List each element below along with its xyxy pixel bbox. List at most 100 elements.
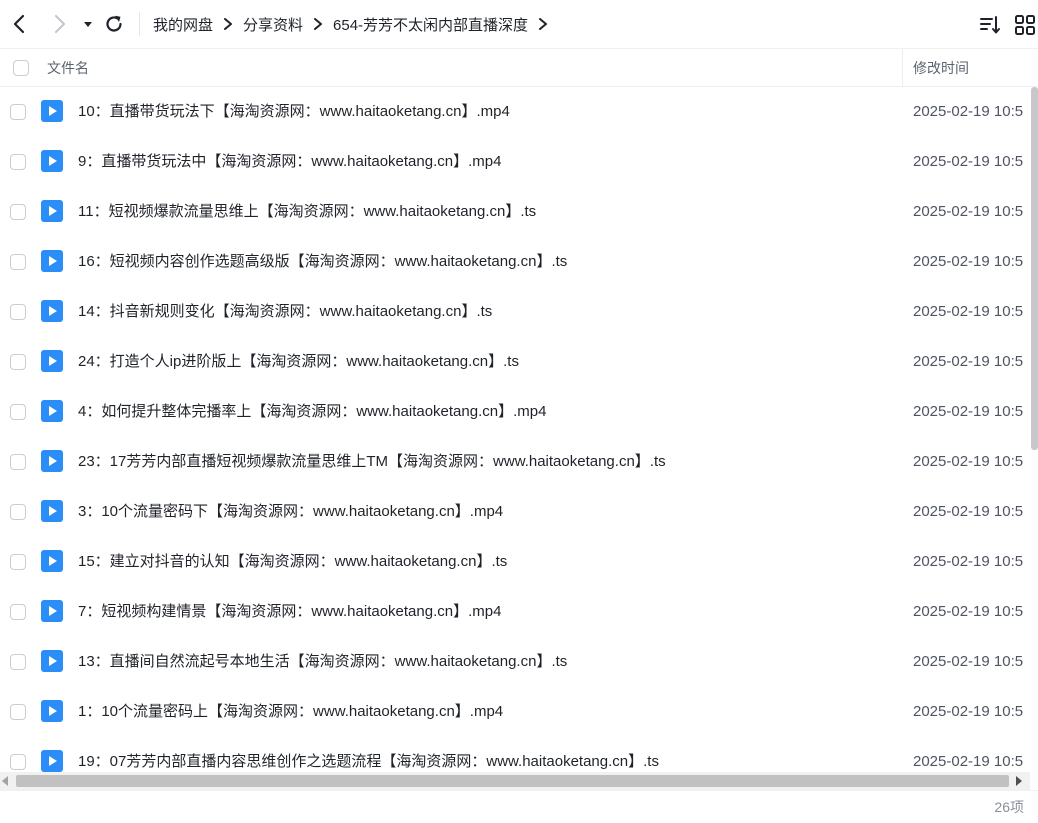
row-checkbox[interactable] (10, 704, 26, 720)
toolbar: 我的网盘 分享资料 654-芳芳不太闲内部直播深度 (0, 0, 1038, 48)
video-file-icon (41, 350, 63, 372)
file-manager-window: 我的网盘 分享资料 654-芳芳不太闲内部直播深度 文件名 修改时间 10：直播… (0, 0, 1038, 823)
row-checkbox[interactable] (10, 654, 26, 670)
row-checkbox[interactable] (10, 754, 26, 770)
file-list: 10：直播带货玩法下【海淘资源网：www.haitaoketang.cn】.mp… (0, 87, 1030, 772)
breadcrumb-chevron-icon[interactable] (538, 18, 548, 30)
row-checkbox[interactable] (10, 504, 26, 520)
horizontal-scrollbar-thumb[interactable] (16, 775, 1009, 787)
video-file-icon (41, 750, 63, 772)
back-button[interactable] (8, 12, 32, 36)
row-checkbox[interactable] (10, 204, 26, 220)
refresh-icon (106, 15, 122, 32)
row-checkbox[interactable] (10, 154, 26, 170)
toolbar-divider (139, 12, 140, 36)
column-header-modified-time[interactable]: 修改时间 (913, 49, 969, 87)
breadcrumb-item-shared[interactable]: 分享资料 (243, 14, 303, 35)
file-row[interactable]: 4：如何提升整体完播率上【海淘资源网：www.haitaoketang.cn】.… (0, 387, 1030, 437)
grid-view-button[interactable] (1014, 14, 1036, 36)
file-name[interactable]: 23：17芳芳内部直播短视频爆款流量思维上TM【海淘资源网：www.haitao… (78, 437, 666, 487)
file-name[interactable]: 7：短视频构建情景【海淘资源网：www.haitaoketang.cn】.mp4 (78, 587, 501, 637)
file-row[interactable]: 1：10个流量密码上【海淘资源网：www.haitaoketang.cn】.mp… (0, 687, 1030, 737)
row-checkbox[interactable] (10, 404, 26, 420)
row-checkbox[interactable] (10, 454, 26, 470)
video-file-icon (41, 200, 63, 222)
breadcrumb-item-current[interactable]: 654-芳芳不太闲内部直播深度 (333, 14, 528, 35)
video-file-icon (41, 500, 63, 522)
video-file-icon (41, 650, 63, 672)
file-modified-time: 2025-02-19 10:5 (913, 703, 1024, 720)
row-checkbox[interactable] (10, 254, 26, 270)
file-modified-time: 2025-02-19 10:5 (913, 253, 1024, 270)
row-checkbox[interactable] (10, 104, 26, 120)
file-name[interactable]: 19：07芳芳内部直播内容思维创作之选题流程【海淘资源网：www.haitaok… (78, 737, 659, 772)
file-row[interactable]: 11：短视频爆款流量思维上【海淘资源网：www.haitaoketang.cn】… (0, 187, 1030, 237)
file-modified-time: 2025-02-19 10:5 (913, 153, 1024, 170)
file-name[interactable]: 1：10个流量密码上【海淘资源网：www.haitaoketang.cn】.mp… (78, 687, 503, 737)
file-row[interactable]: 24：打造个人ip进阶版上【海淘资源网：www.haitaoketang.cn】… (0, 337, 1030, 387)
video-file-icon (41, 400, 63, 422)
file-row[interactable]: 9：直播带货玩法中【海淘资源网：www.haitaoketang.cn】.mp4… (0, 137, 1030, 187)
file-name[interactable]: 4：如何提升整体完播率上【海淘资源网：www.haitaoketang.cn】.… (78, 387, 546, 437)
file-name[interactable]: 15：建立对抖音的认知【海淘资源网：www.haitaoketang.cn】.t… (78, 537, 507, 587)
sort-button[interactable] (979, 14, 1001, 36)
chevron-right-icon (54, 14, 66, 34)
file-row[interactable]: 19：07芳芳内部直播内容思维创作之选题流程【海淘资源网：www.haitaok… (0, 737, 1030, 772)
file-name[interactable]: 10：直播带货玩法下【海淘资源网：www.haitaoketang.cn】.mp… (78, 87, 510, 137)
forward-button[interactable] (47, 12, 71, 36)
caret-down-icon (84, 22, 92, 27)
scroll-right-arrow-icon[interactable] (1016, 776, 1022, 786)
breadcrumb-chevron-icon (313, 18, 323, 30)
file-row[interactable]: 16：短视频内容创作选题高级版【海淘资源网：www.haitaoketang.c… (0, 237, 1030, 287)
column-divider[interactable] (902, 49, 903, 87)
video-file-icon (41, 250, 63, 272)
file-name[interactable]: 11：短视频爆款流量思维上【海淘资源网：www.haitaoketang.cn】… (78, 187, 536, 237)
sort-icon (980, 16, 1000, 34)
file-modified-time: 2025-02-19 10:5 (913, 453, 1024, 470)
video-file-icon (41, 150, 63, 172)
file-row[interactable]: 3：10个流量密码下【海淘资源网：www.haitaoketang.cn】.mp… (0, 487, 1030, 537)
file-name[interactable]: 9：直播带货玩法中【海淘资源网：www.haitaoketang.cn】.mp4 (78, 137, 501, 187)
horizontal-scrollbar[interactable] (0, 772, 1030, 790)
file-row[interactable]: 14：抖音新规则变化【海淘资源网：www.haitaoketang.cn】.ts… (0, 287, 1030, 337)
video-file-icon (41, 700, 63, 722)
row-checkbox[interactable] (10, 304, 26, 320)
file-row[interactable]: 23：17芳芳内部直播短视频爆款流量思维上TM【海淘资源网：www.haitao… (0, 437, 1030, 487)
file-modified-time: 2025-02-19 10:5 (913, 353, 1024, 370)
file-modified-time: 2025-02-19 10:5 (913, 103, 1024, 120)
file-row[interactable]: 7：短视频构建情景【海淘资源网：www.haitaoketang.cn】.mp4… (0, 587, 1030, 637)
history-dropdown-button[interactable] (76, 12, 100, 36)
file-modified-time: 2025-02-19 10:5 (913, 203, 1024, 220)
video-file-icon (41, 100, 63, 122)
file-row[interactable]: 13：直播间自然流起号本地生活【海淘资源网：www.haitaoketang.c… (0, 637, 1030, 687)
file-modified-time: 2025-02-19 10:5 (913, 503, 1024, 520)
row-checkbox[interactable] (10, 554, 26, 570)
file-modified-time: 2025-02-19 10:5 (913, 403, 1024, 420)
file-row[interactable]: 10：直播带货玩法下【海淘资源网：www.haitaoketang.cn】.mp… (0, 87, 1030, 137)
file-modified-time: 2025-02-19 10:5 (913, 303, 1024, 320)
file-modified-time: 2025-02-19 10:5 (913, 753, 1024, 770)
chevron-left-icon (13, 14, 25, 34)
status-bar: 26项 (0, 790, 1038, 823)
file-name[interactable]: 13：直播间自然流起号本地生活【海淘资源网：www.haitaoketang.c… (78, 637, 567, 687)
vertical-scrollbar[interactable] (1031, 87, 1038, 450)
select-all-checkbox[interactable] (13, 60, 29, 76)
file-row[interactable]: 15：建立对抖音的认知【海淘资源网：www.haitaoketang.cn】.t… (0, 537, 1030, 587)
file-name[interactable]: 16：短视频内容创作选题高级版【海淘资源网：www.haitaoketang.c… (78, 237, 567, 287)
video-file-icon (41, 300, 63, 322)
file-name[interactable]: 24：打造个人ip进阶版上【海淘资源网：www.haitaoketang.cn】… (78, 337, 519, 387)
video-file-icon (41, 450, 63, 472)
video-file-icon (41, 550, 63, 572)
file-name[interactable]: 14：抖音新规则变化【海淘资源网：www.haitaoketang.cn】.ts (78, 287, 492, 337)
grid-view-icon (1015, 15, 1035, 35)
breadcrumb-item-root[interactable]: 我的网盘 (153, 14, 213, 35)
file-name[interactable]: 3：10个流量密码下【海淘资源网：www.haitaoketang.cn】.mp… (78, 487, 503, 537)
row-checkbox[interactable] (10, 604, 26, 620)
video-file-icon (41, 600, 63, 622)
row-checkbox[interactable] (10, 354, 26, 370)
breadcrumb: 我的网盘 分享资料 654-芳芳不太闲内部直播深度 (153, 0, 558, 48)
scroll-left-arrow-icon[interactable] (2, 776, 8, 786)
column-header-name[interactable]: 文件名 (47, 49, 89, 87)
refresh-button[interactable] (102, 12, 126, 36)
file-modified-time: 2025-02-19 10:5 (913, 553, 1024, 570)
